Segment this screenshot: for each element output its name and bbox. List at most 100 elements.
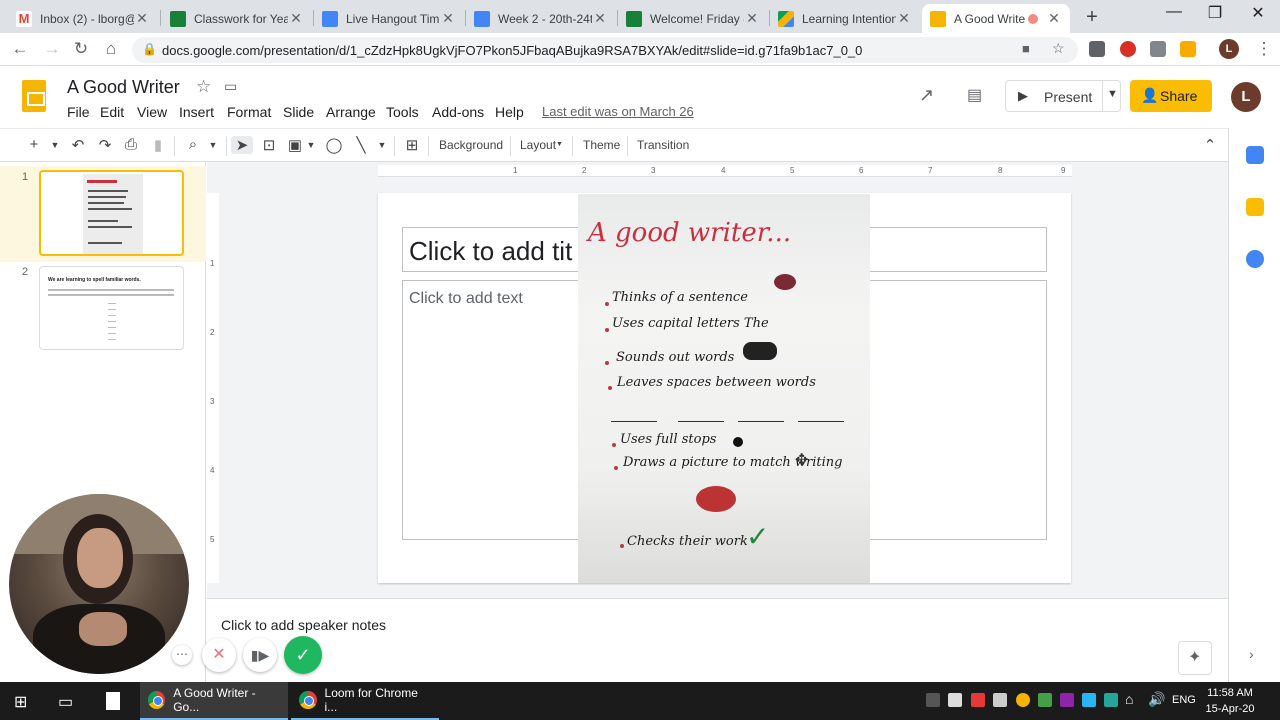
transition-button[interactable]: Transition xyxy=(637,138,689,152)
collapse-toolbar-icon[interactable]: ⌃ xyxy=(1199,136,1221,154)
tray-app-icon[interactable] xyxy=(971,693,985,707)
line-icon[interactable]: ╲ xyxy=(350,136,372,154)
chevron-down-icon[interactable]: ▼ xyxy=(371,140,393,150)
tray-app-icon[interactable] xyxy=(1038,693,1052,707)
network-icon[interactable]: ⌂ xyxy=(1125,691,1133,707)
menu-file[interactable]: File xyxy=(67,104,90,120)
windows-start-icon[interactable]: ⊞ xyxy=(14,692,27,712)
tray-app-icon[interactable] xyxy=(993,693,1007,707)
star-icon[interactable]: ☆ xyxy=(1052,40,1065,57)
extension-icon[interactable] xyxy=(1120,41,1136,57)
menu-help[interactable]: Help xyxy=(495,104,524,120)
chevron-down-icon[interactable]: ▼ xyxy=(44,140,66,150)
tray-app-icon[interactable] xyxy=(1060,693,1074,707)
file-icon[interactable] xyxy=(106,692,120,710)
browser-tab-learning-intention[interactable]: Learning Intention ✕ xyxy=(770,4,920,33)
keep-icon[interactable] xyxy=(1246,198,1264,216)
star-icon[interactable]: ☆ xyxy=(196,77,211,97)
close-icon[interactable]: ✕ xyxy=(134,10,150,27)
tasks-icon[interactable] xyxy=(1246,250,1264,268)
taskbar-app-chrome[interactable]: A Good Writer - Go... xyxy=(140,682,288,720)
system-clock[interactable]: 11:58 AM 15-Apr-20 xyxy=(1200,685,1260,717)
browser-tab-gmail[interactable]: M Inbox (2) - lborg@ ✕ xyxy=(8,4,158,33)
zoom-icon[interactable]: ⌕ xyxy=(182,136,204,153)
speaker-notes[interactable]: Click to add speaker notes xyxy=(221,617,386,633)
menu-icon[interactable]: ⋮ xyxy=(1252,39,1276,59)
language-indicator[interactable]: ENG xyxy=(1172,694,1196,706)
menu-view[interactable]: View xyxy=(137,104,167,120)
new-slide-icon[interactable]: + xyxy=(23,136,45,153)
loom-more-button[interactable]: ⋯ xyxy=(172,645,192,665)
close-icon[interactable]: ✕ xyxy=(288,10,304,27)
background-button[interactable]: Background xyxy=(439,138,503,152)
omnibox[interactable]: 🔒 docs.google.com/presentation/d/1_cZdzH… xyxy=(132,37,1078,63)
browser-tab-welcome[interactable]: Welcome! Friday - ✕ xyxy=(618,4,768,33)
mic-icon[interactable] xyxy=(926,693,940,707)
extension-icon[interactable] xyxy=(1180,41,1196,57)
reload-button[interactable]: ↻ xyxy=(69,39,93,59)
browser-tab-week2[interactable]: Week 2 - 20th-24t ✕ xyxy=(466,4,616,33)
slide-thumbnail-1[interactable] xyxy=(39,170,184,256)
loom-pause-button[interactable]: ▮▶ xyxy=(243,638,277,672)
tray-app-icon[interactable] xyxy=(1104,693,1118,707)
browser-tab-live-hangout[interactable]: Live Hangout Tim ✕ xyxy=(314,4,464,33)
layout-button[interactable]: Layout xyxy=(520,138,556,152)
chevron-down-icon[interactable]: ▼ xyxy=(202,140,224,150)
move-folder-icon[interactable]: ▭ xyxy=(224,78,237,95)
chevron-down-icon[interactable]: ▼ xyxy=(556,141,563,148)
present-button[interactable]: ▶ Present ▼ xyxy=(1005,80,1121,112)
loom-cancel-button[interactable]: ✕ xyxy=(202,638,236,672)
maximize-button[interactable]: ❐ xyxy=(1195,3,1235,23)
tray-app-icon[interactable] xyxy=(1082,693,1096,707)
document-title[interactable]: A Good Writer xyxy=(67,77,180,98)
redo-icon[interactable]: ↷ xyxy=(94,136,116,154)
back-button[interactable]: ← xyxy=(8,39,32,59)
chevron-down-icon[interactable]: ▼ xyxy=(300,140,322,150)
menu-edit[interactable]: Edit xyxy=(100,104,124,120)
volume-icon[interactable]: 🔊 xyxy=(1148,691,1165,708)
chevron-right-icon[interactable]: › xyxy=(1249,646,1254,662)
print-icon[interactable]: ⎙ xyxy=(120,136,142,153)
comment-add-icon[interactable]: ⊞ xyxy=(401,136,423,154)
activity-icon[interactable]: ↗ xyxy=(919,85,934,106)
account-avatar[interactable]: L xyxy=(1231,82,1261,112)
home-button[interactable]: ⌂ xyxy=(99,39,123,59)
notes-divider[interactable] xyxy=(207,598,1228,602)
explore-button[interactable]: ✦ xyxy=(1178,641,1212,675)
close-icon[interactable]: ✕ xyxy=(896,10,912,27)
window-close-button[interactable]: ✕ xyxy=(1238,3,1278,23)
last-edit-link[interactable]: Last edit was on March 26 xyxy=(542,104,694,119)
menu-arrange[interactable]: Arrange xyxy=(326,104,376,120)
new-tab-button[interactable]: + xyxy=(1082,6,1102,29)
tray-app-icon[interactable] xyxy=(948,693,962,707)
calendar-icon[interactable] xyxy=(1246,146,1264,164)
slide-thumbnail-2[interactable]: We are learning to spell familiar words. xyxy=(39,266,184,350)
theme-button[interactable]: Theme xyxy=(583,138,620,152)
task-view-icon[interactable]: ▭ xyxy=(58,692,73,712)
profile-avatar[interactable]: L xyxy=(1219,39,1239,59)
taskbar-app-loom[interactable]: Loom for Chrome i... xyxy=(291,682,439,720)
poster-photo[interactable]: A good writer... Thinks of a sentence Us… xyxy=(578,194,870,583)
share-button[interactable]: 👤 Share xyxy=(1130,80,1212,112)
comments-icon[interactable]: ▤ xyxy=(967,85,982,105)
camera-icon[interactable]: ■ xyxy=(1022,41,1030,56)
chevron-down-icon[interactable]: ▼ xyxy=(1107,88,1118,100)
loom-webcam-bubble[interactable] xyxy=(9,494,189,674)
undo-icon[interactable]: ↶ xyxy=(67,136,89,154)
tray-app-icon[interactable] xyxy=(1016,693,1030,707)
extension-icon[interactable] xyxy=(1089,41,1105,57)
text-box-icon[interactable]: ⊡ xyxy=(258,136,280,154)
menu-tools[interactable]: Tools xyxy=(386,104,419,120)
paint-format-icon[interactable]: ▮ xyxy=(147,136,169,154)
close-icon[interactable]: ✕ xyxy=(744,10,760,27)
shape-icon[interactable]: ◯ xyxy=(323,136,345,154)
forward-button[interactable]: → xyxy=(40,39,64,59)
minimize-button[interactable]: — xyxy=(1154,3,1194,21)
select-icon[interactable]: ➤ xyxy=(231,136,253,154)
close-icon[interactable]: ✕ xyxy=(592,10,608,27)
menu-addons[interactable]: Add-ons xyxy=(432,104,484,120)
extension-icon[interactable] xyxy=(1150,41,1166,57)
menu-insert[interactable]: Insert xyxy=(179,104,214,120)
slides-logo-icon[interactable] xyxy=(22,80,46,112)
menu-slide[interactable]: Slide xyxy=(283,104,314,120)
